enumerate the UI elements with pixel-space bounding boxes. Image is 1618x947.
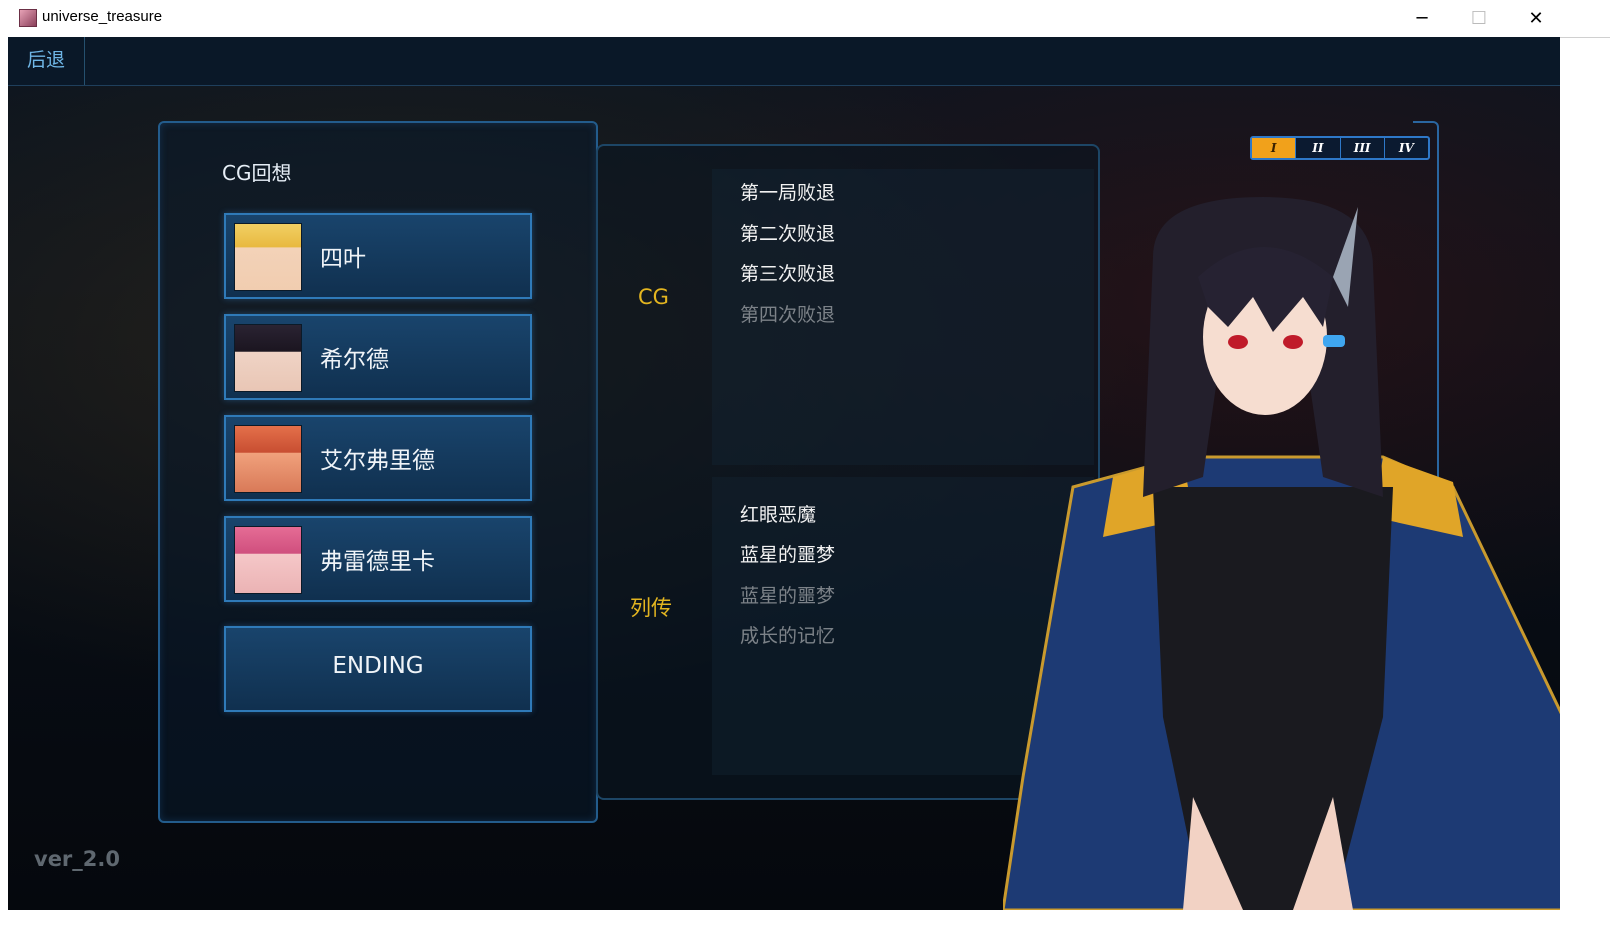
close-button[interactable]: ✕ (1508, 0, 1564, 37)
biography-item-locked: 成长的记忆 (740, 625, 836, 647)
biography-item[interactable]: 红眼恶魔 (740, 500, 816, 527)
character-button-frederica[interactable]: 弗雷德里卡 (224, 516, 532, 602)
cg-item[interactable]: 第二次败退 (740, 219, 835, 246)
ending-label: ENDING (332, 653, 424, 679)
character-avatar (234, 223, 302, 291)
character-avatar (234, 526, 302, 594)
ending-button[interactable]: ENDING (224, 626, 532, 712)
character-avatar (234, 324, 302, 392)
maximize-button[interactable]: ☐ (1451, 0, 1507, 37)
game-screen: 后退 CG回想 四叶 希尔德 艾尔弗里德 弗雷德里卡 ENDING CG 第一局… (8, 37, 1560, 910)
character-name: 艾尔弗里德 (320, 448, 435, 474)
minimize-button[interactable]: ─ (1394, 0, 1450, 37)
window-title: universe_treasure (42, 8, 163, 25)
character-portrait (1003, 197, 1560, 910)
window-titlebar: universe_treasure ─ ☐ ✕ (8, 0, 1610, 38)
panel-title: CG回想 (222, 161, 292, 185)
page-tabs: I II III IV (1250, 136, 1430, 160)
character-name: 弗雷德里卡 (320, 549, 435, 575)
tab-page-1[interactable]: I (1252, 138, 1297, 158)
taskbar-strip (0, 910, 1618, 947)
game-topbar: 后退 (8, 37, 1560, 86)
biography-item-locked: 蓝星的噩梦 (740, 585, 836, 607)
app-icon (19, 9, 37, 27)
character-button-hilde[interactable]: 希尔德 (224, 314, 532, 400)
version-label: ver_2.0 (34, 847, 120, 871)
character-button-yotsuba[interactable]: 四叶 (224, 213, 532, 299)
tab-page-2[interactable]: II (1296, 138, 1341, 158)
cg-item-locked: 第四次败退 (740, 304, 836, 326)
character-button-elfriede[interactable]: 艾尔弗里德 (224, 415, 532, 501)
character-name: 四叶 (320, 246, 366, 272)
cg-item[interactable]: 第一局败退 (740, 178, 835, 205)
character-avatar (234, 425, 302, 493)
section-label-cg: CG (638, 285, 669, 309)
section-label-biography: 列传 (630, 596, 672, 620)
biography-item[interactable]: 蓝星的噩梦 (740, 540, 835, 567)
character-name: 希尔德 (320, 347, 389, 373)
cg-item[interactable]: 第三次败退 (740, 259, 835, 286)
tab-page-3[interactable]: III (1341, 138, 1385, 158)
tab-page-4[interactable]: IV (1385, 138, 1428, 158)
back-button[interactable]: 后退 (8, 37, 85, 85)
